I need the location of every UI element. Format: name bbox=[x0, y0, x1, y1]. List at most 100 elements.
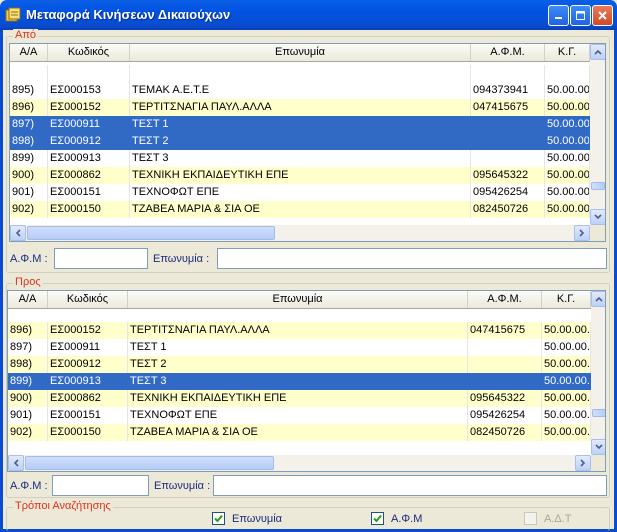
row-name-cell: ΤΕΧΝΟΦΩΤ ΕΠΕ bbox=[128, 407, 468, 424]
to-name-input[interactable] bbox=[213, 475, 607, 496]
scroll-up-button[interactable] bbox=[591, 291, 605, 307]
chevron-down-icon bbox=[594, 214, 602, 220]
scroll-down-button[interactable] bbox=[591, 439, 605, 455]
row-name-cell: ΤΕΜΑΚ Α.Ε.Τ.Ε bbox=[130, 82, 471, 99]
maximize-button[interactable] bbox=[570, 5, 591, 26]
table-row[interactable]: 901) ΕΣ000151 ΤΕΧΝΟΦΩΤ ΕΠΕ 095426254 50.00.0… bbox=[10, 184, 590, 201]
column-header-aa[interactable]: Α/Α bbox=[8, 291, 48, 308]
from-horizontal-scrollbar[interactable] bbox=[10, 225, 590, 241]
table-row[interactable]: 898) ΕΣ000912 ΤΕΣΤ 2 50.00.00. bbox=[10, 133, 590, 150]
from-grid[interactable]: Α/Α Κωδικός Επωνυμία Α.Φ.Μ. Κ.Γ. 895) ΕΣ0… bbox=[9, 43, 606, 242]
from-name-input[interactable] bbox=[217, 248, 607, 269]
scroll-down-button[interactable] bbox=[590, 209, 605, 225]
row-afm-cell bbox=[471, 65, 545, 82]
row-name-cell: ΤΖΑΒΕΑ ΜΑΡΙΑ & ΣΙΑ ΟΕ bbox=[130, 201, 471, 218]
scroll-corner bbox=[590, 225, 605, 241]
checkbox-label: Α.Φ.Μ bbox=[391, 512, 423, 525]
row-afm-cell bbox=[468, 373, 542, 390]
checkmark-icon bbox=[214, 514, 223, 523]
row-aa-cell: 896) bbox=[8, 322, 48, 339]
row-afm-cell bbox=[471, 150, 545, 167]
table-row[interactable]: 902) ΕΣ000150 ΤΖΑΒΕΑ ΜΑΡΙΑ & ΣΙΑ ΟΕ 0824507… bbox=[8, 424, 591, 441]
checkbox-box[interactable] bbox=[212, 512, 225, 525]
checkbox-box[interactable] bbox=[371, 512, 384, 525]
from-afm-label: Α.Φ.Μ : bbox=[10, 253, 48, 265]
scroll-right-button[interactable] bbox=[574, 225, 590, 241]
column-header-afm[interactable]: Α.Φ.Μ. bbox=[468, 291, 542, 308]
from-name-label: Επωνυμία : bbox=[153, 253, 210, 265]
table-row[interactable]: 899) ΕΣ000913 ΤΕΣΤ 3 50.00.00.0 bbox=[8, 373, 591, 390]
scroll-left-button[interactable] bbox=[8, 455, 24, 471]
column-header-code[interactable]: Κωδικός bbox=[48, 291, 128, 308]
chevron-left-icon bbox=[15, 229, 21, 237]
row-kg-cell: 50.00.00. bbox=[545, 133, 590, 150]
row-code-cell: ΕΣ000913 bbox=[48, 150, 130, 167]
column-header-code[interactable]: Κωδικός bbox=[48, 44, 130, 61]
row-code-cell: ΕΣ000912 bbox=[48, 356, 128, 373]
checkmark-icon bbox=[373, 514, 382, 523]
row-afm-cell: 095645322 bbox=[471, 167, 545, 184]
column-header-aa[interactable]: Α/Α bbox=[10, 44, 48, 61]
row-name-cell: ΤΕΧΝΟΦΩΤ ΕΠΕ bbox=[130, 184, 471, 201]
table-row[interactable]: 897) ΕΣ000911 ΤΕΣΤ 1 50.00.00. bbox=[10, 116, 590, 133]
row-aa-cell bbox=[10, 65, 48, 82]
close-button[interactable] bbox=[592, 5, 613, 26]
row-afm-cell bbox=[471, 133, 545, 150]
row-aa-cell: 898) bbox=[8, 356, 48, 373]
row-kg-cell: 50.00.00. bbox=[545, 99, 590, 116]
row-name-cell: ΤΕΣΤ 1 bbox=[130, 116, 471, 133]
row-kg-cell bbox=[545, 65, 590, 82]
to-vertical-scrollbar[interactable] bbox=[591, 291, 605, 455]
chevron-up-icon bbox=[594, 49, 602, 55]
table-row[interactable]: 897) ΕΣ000911 ΤΕΣΤ 1 50.00.00.0 bbox=[8, 339, 591, 356]
to-rows: 896) ΕΣ000152 ΤΕΡΤΙΤΣΝΑΓΙΑ ΠΑΥΛ.ΑΛΛΑ 047415… bbox=[8, 322, 591, 441]
table-row[interactable]: 900) ΕΣ000862 ΤΕΧΝΙΚΗ ΕΚΠΑΙΔΕΥΤΙΚΗ ΕΠΕ 0956… bbox=[8, 390, 591, 407]
scroll-thumb[interactable] bbox=[592, 409, 605, 417]
row-name-cell: ΤΕΧΝΙΚΗ ΕΚΠΑΙΔΕΥΤΙΚΗ ΕΠΕ bbox=[128, 390, 468, 407]
table-row[interactable] bbox=[10, 65, 590, 82]
scroll-thumb-horizontal[interactable] bbox=[27, 226, 275, 240]
title-bar[interactable]: Μεταφορά Κινήσεων Δικαιούχων bbox=[0, 0, 617, 30]
from-vertical-scrollbar[interactable] bbox=[590, 44, 605, 225]
table-row[interactable]: 902) ΕΣ000150 ΤΖΑΒΕΑ ΜΑΡΙΑ & ΣΙΑ ΟΕ 0824507… bbox=[10, 201, 590, 218]
row-kg-cell: 50.00.00.0 bbox=[542, 373, 591, 390]
table-row[interactable]: 898) ΕΣ000912 ΤΕΣΤ 2 50.00.00.0 bbox=[8, 356, 591, 373]
row-aa-cell: 898) bbox=[10, 133, 48, 150]
search-by-name-checkbox[interactable]: Επωνυμία bbox=[212, 512, 282, 525]
scroll-up-button[interactable] bbox=[590, 44, 605, 60]
column-header-afm[interactable]: Α.Φ.Μ. bbox=[471, 44, 545, 61]
column-header-kg[interactable]: Κ.Γ. bbox=[542, 291, 591, 308]
table-row[interactable]: 899) ΕΣ000913 ΤΕΣΤ 3 50.00.00. bbox=[10, 150, 590, 167]
to-afm-input[interactable] bbox=[52, 475, 149, 496]
from-legend: Από bbox=[13, 29, 39, 41]
scroll-thumb-horizontal[interactable] bbox=[25, 456, 274, 470]
row-name-cell: ΤΖΑΒΕΑ ΜΑΡΙΑ & ΣΙΑ ΟΕ bbox=[128, 424, 468, 441]
from-afm-input[interactable] bbox=[54, 248, 148, 269]
row-kg-cell: 50.00.00.0 bbox=[542, 390, 591, 407]
row-code-cell: ΕΣ000152 bbox=[48, 322, 128, 339]
scroll-right-button[interactable] bbox=[575, 455, 591, 471]
row-kg-cell: 50.00.00. bbox=[545, 184, 590, 201]
minimize-button[interactable] bbox=[548, 5, 569, 26]
table-row[interactable]: 900) ΕΣ000862 ΤΕΧΝΙΚΗ ΕΚΠΑΙΔΕΥΤΙΚΗ ΕΠΕ 0956… bbox=[10, 167, 590, 184]
row-afm-cell: 095426254 bbox=[468, 407, 542, 424]
row-aa-cell: 896) bbox=[10, 99, 48, 116]
scroll-thumb[interactable] bbox=[591, 182, 605, 190]
to-horizontal-scrollbar[interactable] bbox=[8, 455, 591, 471]
row-afm-cell bbox=[471, 116, 545, 133]
scroll-left-button[interactable] bbox=[10, 225, 26, 241]
search-by-afm-checkbox[interactable]: Α.Φ.Μ bbox=[371, 512, 422, 525]
row-aa-cell: 901) bbox=[8, 407, 48, 424]
table-row[interactable]: 896) ΕΣ000152 ΤΕΡΤΙΤΣΝΑΓΙΑ ΠΑΥΛ.ΑΛΛΑ 047415… bbox=[10, 99, 590, 116]
column-header-kg[interactable]: Κ.Γ. bbox=[545, 44, 590, 61]
table-row[interactable]: 895) ΕΣ000153 ΤΕΜΑΚ Α.Ε.Τ.Ε 094373941 50.00.… bbox=[10, 82, 590, 99]
column-header-name[interactable]: Επωνυμία bbox=[128, 291, 468, 308]
row-aa-cell: 902) bbox=[8, 424, 48, 441]
table-row[interactable]: 896) ΕΣ000152 ΤΕΡΤΙΤΣΝΑΓΙΑ ΠΑΥΛ.ΑΛΛΑ 047415… bbox=[8, 322, 591, 339]
table-row[interactable]: 901) ΕΣ000151 ΤΕΧΝΟΦΩΤ ΕΠΕ 095426254 50.00.0… bbox=[8, 407, 591, 424]
column-header-name[interactable]: Επωνυμία bbox=[130, 44, 471, 61]
row-aa-cell: 895) bbox=[10, 82, 48, 99]
to-grid[interactable]: Α/Α Κωδικός Επωνυμία Α.Φ.Μ. Κ.Γ. 896) ΕΣ0… bbox=[7, 290, 606, 472]
row-afm-cell: 082450726 bbox=[468, 424, 542, 441]
row-name-cell: ΤΕΡΤΙΤΣΝΑΓΙΑ ΠΑΥΛ.ΑΛΛΑ bbox=[130, 99, 471, 116]
